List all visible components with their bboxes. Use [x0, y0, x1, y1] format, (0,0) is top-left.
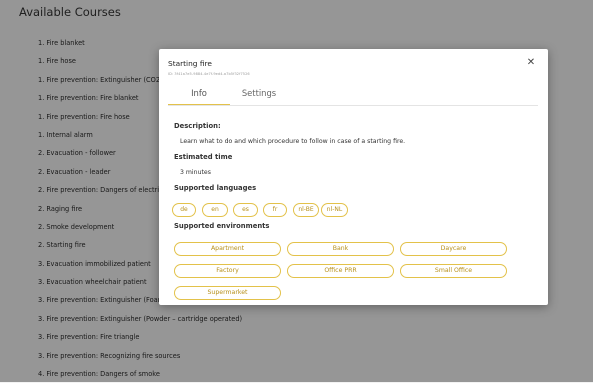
environments-label: Supported environments [174, 222, 270, 230]
environment-chip-factory[interactable]: Factory [174, 264, 281, 278]
tab-info[interactable]: Info [168, 84, 230, 105]
description-label: Description: [174, 122, 221, 130]
estimated-time-label: Estimated time [174, 153, 233, 161]
course-details-modal: Starting fire ID: 3f41a7e5-9884-4e7f-9ed… [159, 49, 548, 305]
language-chip-nl-nl[interactable]: nl-NL [321, 203, 348, 217]
estimated-time-value: 3 minutes [180, 169, 211, 176]
environment-chip-office-prr[interactable]: Office PRR [287, 264, 394, 278]
modal-title: Starting fire [168, 59, 212, 68]
close-icon[interactable]: ✕ [525, 57, 537, 69]
environment-chip-supermarket[interactable]: Supermarket [174, 286, 281, 300]
tab-settings[interactable]: Settings [230, 84, 288, 104]
language-chip-nl-be[interactable]: nl-BE [293, 203, 319, 217]
description-text: Learn what to do and which procedure to … [180, 138, 406, 145]
language-chip-en[interactable]: en [202, 203, 228, 217]
language-chip-de[interactable]: de [172, 203, 196, 217]
language-chip-fr[interactable]: fr [263, 203, 287, 217]
languages-label: Supported languages [174, 184, 257, 192]
modal-tabs: Info Settings [168, 84, 538, 106]
environment-chip-apartment[interactable]: Apartment [174, 242, 281, 256]
course-id: ID: 3f41a7e5-9884-4e7f-9ed4-a7b5f32f7526 [168, 72, 250, 76]
environment-chip-small-office[interactable]: Small Office [400, 264, 507, 278]
environment-chip-bank[interactable]: Bank [287, 242, 394, 256]
environment-chip-daycare[interactable]: Daycare [400, 242, 507, 256]
language-chip-es[interactable]: es [233, 203, 258, 217]
